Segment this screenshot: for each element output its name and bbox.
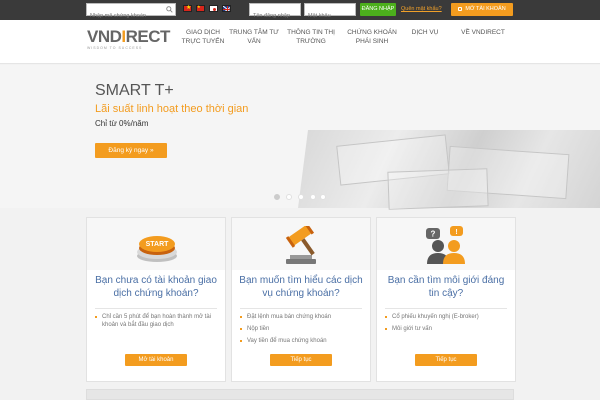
nav-online-trading[interactable]: GIAO DỊCH TRỰC TUYẾN [180,28,226,46]
list-item: Chỉ cần 5 phút để bạn hoàn thành mở tài … [95,313,221,329]
slide-dot-1[interactable] [274,194,280,200]
username-field[interactable] [249,3,301,22]
forgot-password-link[interactable]: Quên mật khẩu? [401,6,442,12]
nav-label: VỀ VNDIRECT [461,29,505,36]
list-item: Cổ phiếu khuyến nghị (E-broker) [385,313,511,321]
nav-advisory-center[interactable]: TRUNG TÂM TƯ VẤN [228,28,280,46]
japan-flag-icon[interactable] [209,5,218,12]
nav-label: GIAO DỊCH TRỰC TUYẾN [181,29,225,45]
card-icon-area: START [87,218,225,270]
card-list: Chỉ cần 5 phút để bạn hoàn thành mở tài … [95,313,221,333]
open-account-button[interactable]: MỞ TÀI KHOẢN [451,3,513,16]
nav-about[interactable]: VỀ VNDIRECT [458,28,508,37]
logo-text-rest: RECT [125,27,171,46]
logo-text-main: VND [87,27,122,46]
password-field[interactable] [304,3,356,22]
card-broker: ? ! Bạn cần tìm môi giới đáng tin cậy? C… [376,217,516,382]
open-account-label: MỞ TÀI KHOẢN [465,6,506,12]
nav-label: DỊCH VỤ [411,29,439,36]
site-header: VNDIRECT WISDOM TO SUCCESS GIAO DỊCH TRỰC… [0,20,600,64]
vndirect-logo[interactable]: VNDIRECT WISDOM TO SUCCESS [87,28,170,50]
banner-title: SMART T+ [95,82,174,99]
promo-banner: SMART T+ Lãi suất linh hoạt theo thời gi… [0,65,600,210]
china-flag-icon[interactable] [196,4,205,12]
services-continue-button[interactable]: Tiếp tục [270,354,332,366]
card-list: Cổ phiếu khuyến nghị (E-broker) Môi giới… [385,313,511,337]
card-list: Đặt lệnh mua bán chứng khoán Nộp tiền Va… [240,313,366,349]
nav-market-info[interactable]: THÔNG TIN THỊ TRƯỜNG [284,28,338,46]
logo-tagline: WISDOM TO SUCCESS [87,46,143,50]
start-icon-text: START [146,241,170,248]
card-title: Bạn muốn tìm hiểu các dịch vụ chứng khoá… [239,275,363,299]
slide-dot-4[interactable] [310,194,316,200]
uk-flag-icon[interactable] [222,5,231,12]
broker-continue-button[interactable]: Tiếp tục [415,354,477,366]
nav-label: TRUNG TÂM TƯ VẤN [229,29,279,45]
card-title: Bạn chưa có tài khoản giao dịch chứng kh… [95,275,217,299]
card-open-account: START Bạn chưa có tài khoản giao dịch ch… [86,217,226,382]
nav-label: CHỨNG KHOÁN PHÁI SINH [347,29,397,45]
divider [240,308,362,309]
advisor-chat-icon: ? ! [426,226,465,264]
open-account-card-button[interactable]: Mở tài khoản [125,354,187,366]
register-now-button[interactable]: Đăng ký ngay » [95,143,167,158]
card-services: Bạn muốn tìm hiểu các dịch vụ chứng khoá… [231,217,371,382]
banner-rate: Chỉ từ 0%/năm [95,119,149,128]
list-item: Nộp tiền [240,325,366,333]
banner-subtitle: Lãi suất linh hoạt theo thời gian [95,103,249,115]
list-item: Vay tiền để mua chứng khoán [240,337,366,345]
start-button-icon: START [137,236,177,262]
slide-dot-3[interactable] [298,194,304,200]
login-button[interactable]: ĐĂNG NHẬP [360,3,396,16]
slide-dot-2[interactable] [286,194,292,200]
lock-icon [458,6,463,11]
list-item: Đặt lệnh mua bán chứng khoán [240,313,366,321]
banknotes-image [298,130,600,210]
divider [385,308,507,309]
nav-label: THÔNG TIN THỊ TRƯỜNG [287,29,335,45]
stock-search-field[interactable] [86,3,176,22]
list-item: Môi giới tư vấn [385,325,511,333]
footer-panel [86,389,514,400]
card-icon-area: ? ! [377,218,515,270]
nav-derivatives[interactable]: CHỨNG KHOÁN PHÁI SINH [344,28,400,46]
card-title: Bạn cần tìm môi giới đáng tin cậy? [387,275,505,299]
svg-text:?: ? [431,230,436,239]
vietnam-flag-icon[interactable] [183,4,192,12]
search-icon[interactable] [166,6,173,13]
nav-services[interactable]: DỊCH VỤ [410,28,440,37]
card-icon-area [232,218,370,270]
svg-text:!: ! [455,229,457,236]
top-bar: ĐĂNG NHẬP Quên mật khẩu? MỞ TÀI KHOẢN [0,0,600,22]
gavel-icon [285,226,316,264]
divider [95,308,217,309]
slide-dot-5[interactable] [320,194,326,200]
